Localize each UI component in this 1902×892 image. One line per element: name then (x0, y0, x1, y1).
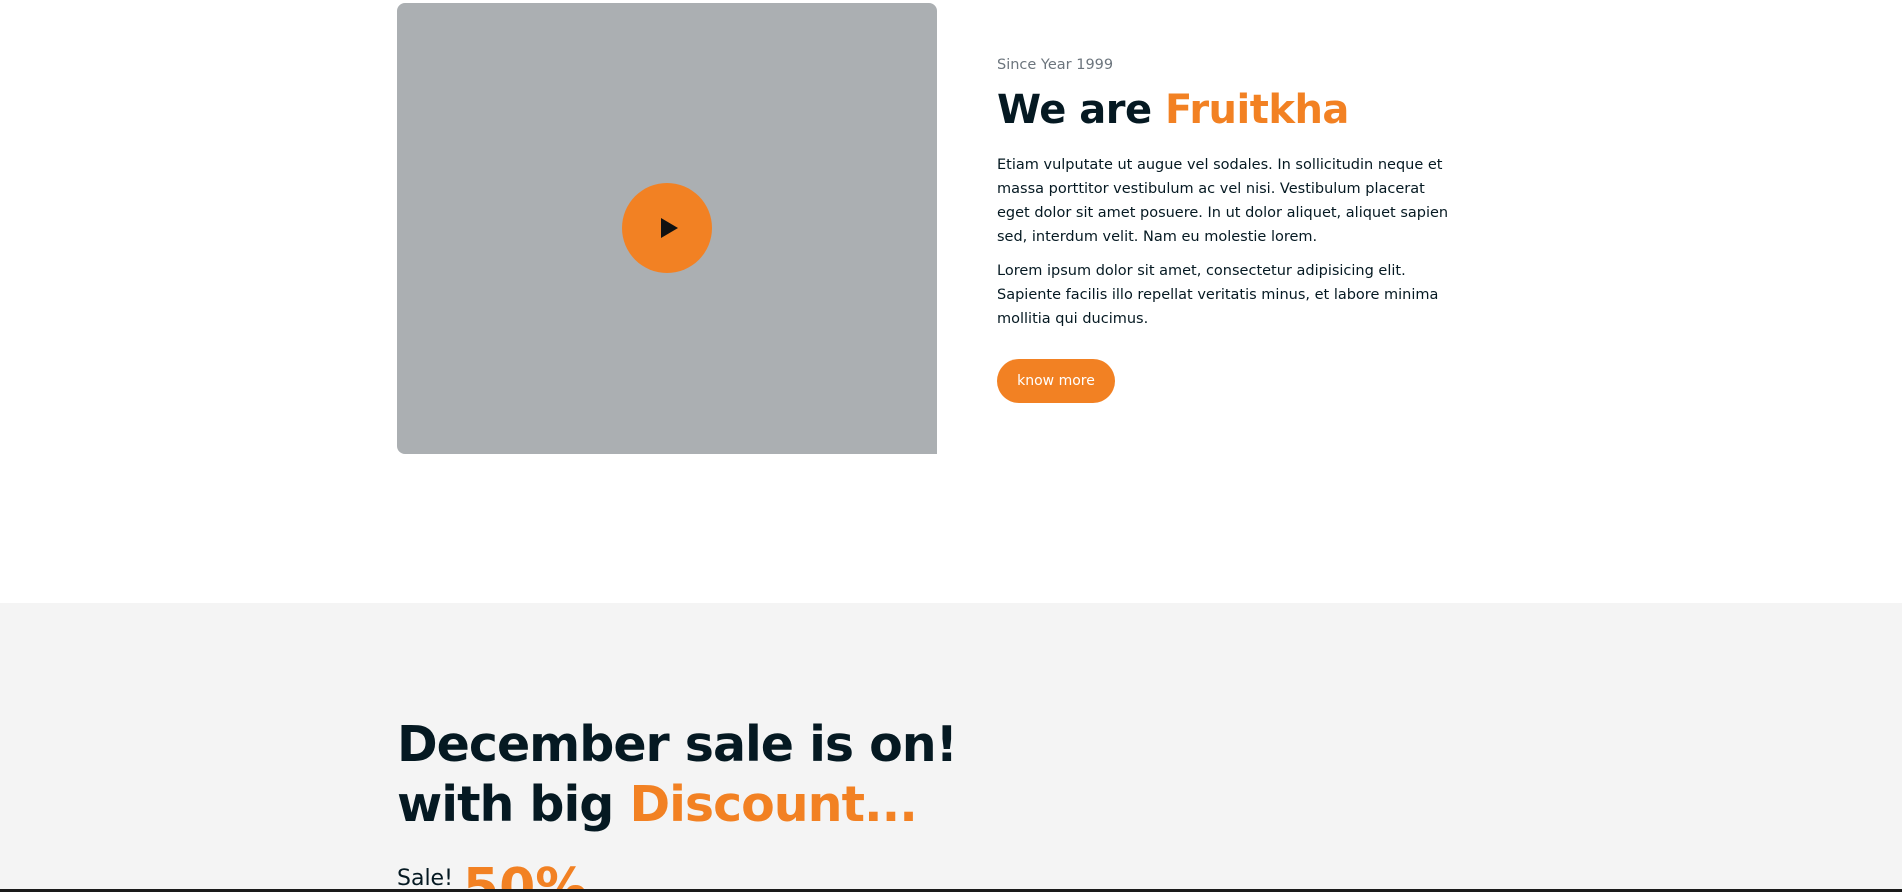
sale-title-line1: December sale is on! (397, 716, 958, 773)
video-thumbnail[interactable] (397, 3, 937, 454)
about-paragraph-1: Etiam vulputate ut augue vel sodales. In… (997, 157, 1449, 245)
know-more-button[interactable]: know more (997, 359, 1115, 403)
about-section: Since Year 1999 We are Fruitkha Etiam vu… (0, 0, 1902, 603)
sale-section: December sale is on! with big Discount..… (0, 603, 1902, 889)
play-button[interactable] (622, 183, 712, 273)
sale-offer: Sale! 50% (397, 858, 587, 889)
about-paragraph-2: Lorem ipsum dolor sit amet, consectetur … (997, 263, 1439, 327)
brand-name: Fruitkha (1165, 87, 1349, 133)
play-icon (655, 217, 679, 239)
headline-prefix: We are (997, 87, 1152, 133)
sale-title-line2-prefix: with big (397, 776, 614, 833)
sale-percent: 50% (462, 858, 588, 889)
sale-title-accent: Discount... (629, 776, 917, 833)
sale-headline: December sale is on! with big Discount..… (397, 715, 958, 835)
about-headline: We are Fruitkha (997, 85, 1457, 135)
about-text-block: Since Year 1999 We are Fruitkha Etiam vu… (997, 55, 1457, 341)
since-year-text: Since Year 1999 (997, 57, 1114, 73)
sale-label: Sale! (397, 866, 453, 889)
page: Since Year 1999 We are Fruitkha Etiam vu… (0, 0, 1902, 892)
